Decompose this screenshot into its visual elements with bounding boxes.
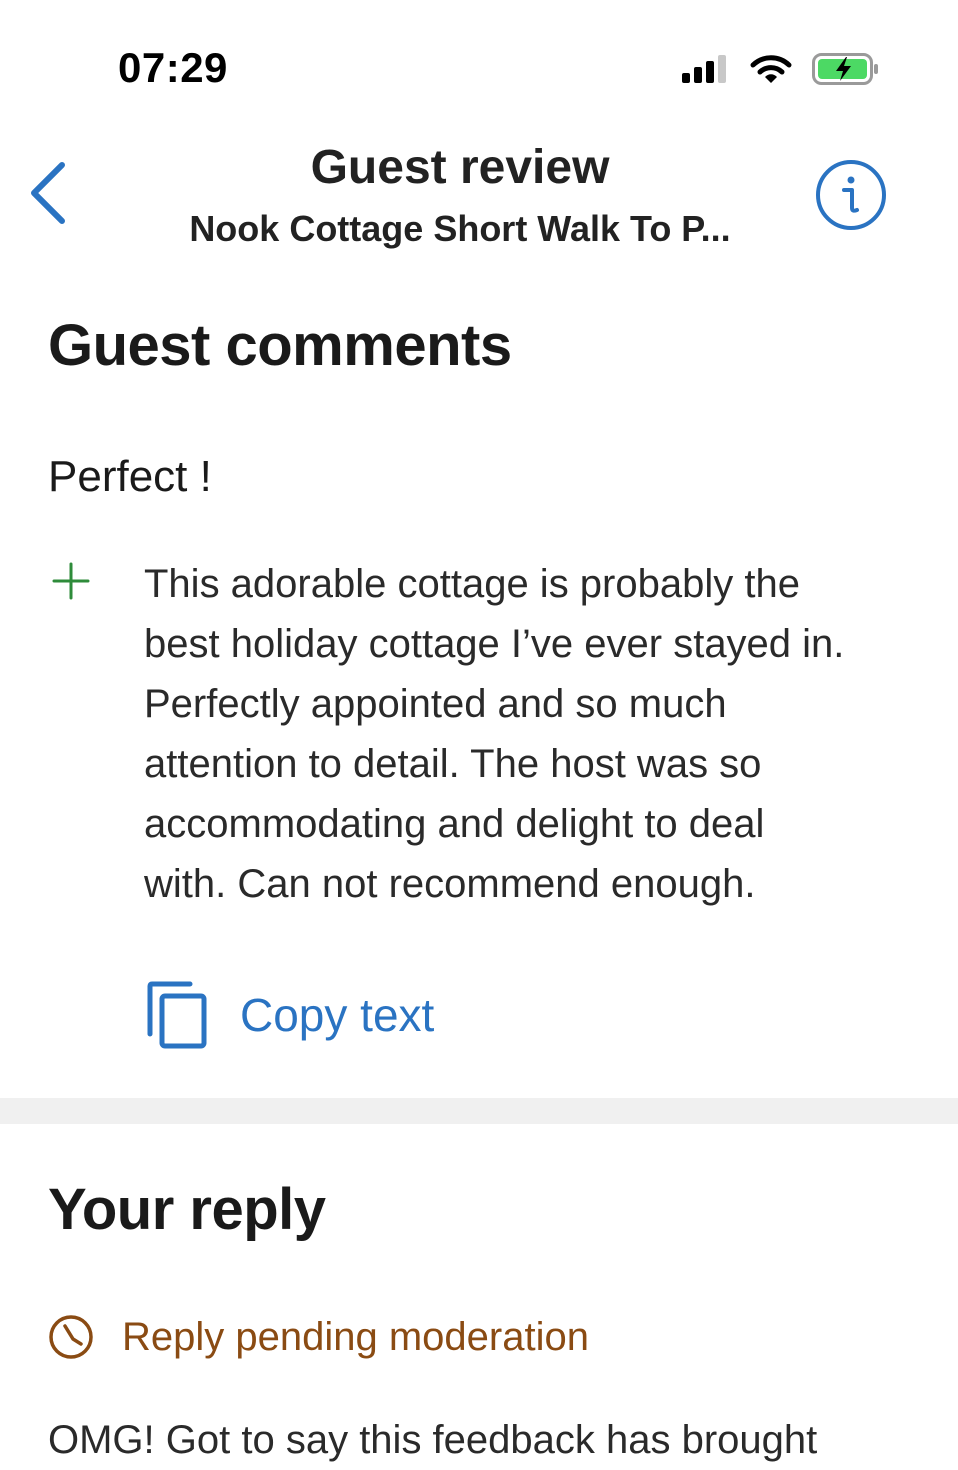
info-icon	[816, 160, 886, 230]
positive-comment-text: This adorable cottage is probably the be…	[144, 562, 845, 906]
page-title: Guest review	[310, 141, 610, 194]
info-button[interactable]	[814, 158, 888, 232]
copy-text-label: Copy text	[240, 989, 435, 1041]
review-title: Perfect !	[48, 452, 212, 501]
wifi-icon	[750, 55, 792, 83]
cellular-signal-icon	[682, 55, 726, 83]
back-button[interactable]	[20, 158, 76, 228]
status-time: 07:29	[118, 44, 228, 91]
status-icons	[682, 52, 880, 86]
plus-icon	[52, 562, 90, 600]
moderation-status: Reply pending moderation	[48, 1314, 589, 1360]
chevron-left-icon	[31, 162, 65, 224]
navigation-header: Guest review Nook Cottage Short Walk To …	[0, 130, 958, 260]
status-bar: 07:29	[0, 0, 958, 120]
clock-icon	[49, 1315, 93, 1359]
section-divider	[0, 1098, 958, 1124]
copy-text-button[interactable]: Copy text	[146, 980, 434, 1050]
property-name: Nook Cottage Short Walk To P...	[189, 208, 731, 249]
moderation-status-label: Reply pending moderation	[122, 1314, 589, 1359]
reply-text: OMG! Got to say this feedback has brough…	[48, 1418, 818, 1462]
battery-charging-icon	[812, 53, 878, 85]
your-reply-heading: Your reply	[48, 1177, 326, 1242]
guest-comments-heading: Guest comments	[48, 313, 512, 378]
copy-icon	[147, 981, 207, 1049]
